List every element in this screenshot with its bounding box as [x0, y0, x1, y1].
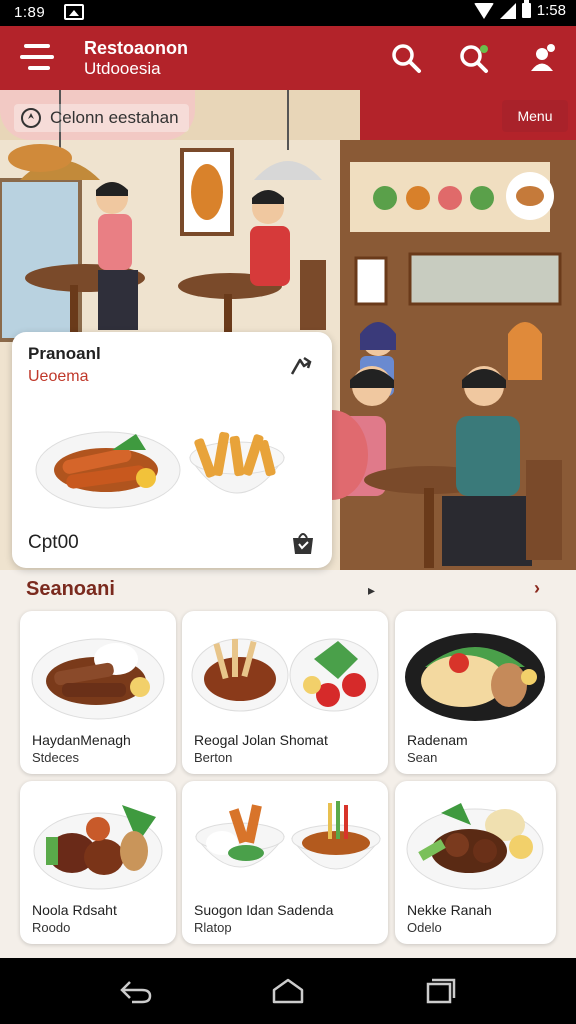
dish-card[interactable]: Radenam Sean	[395, 611, 556, 774]
status-icons: 1:58	[473, 0, 566, 19]
dish-image	[405, 633, 545, 721]
section-title: Seanoani	[26, 578, 115, 600]
dish-card[interactable]: Nekke Ranah Odelo	[395, 781, 556, 944]
search-filter-icon[interactable]	[456, 40, 492, 76]
featured-price: Cpt00	[28, 532, 79, 553]
chevron-right-icon[interactable]: ›	[534, 578, 540, 599]
chevron-right-small-icon[interactable]: ▸	[368, 582, 375, 599]
status-time: 1:89	[14, 4, 46, 21]
dish-desc: Rlatop	[194, 920, 232, 935]
location-selector[interactable]: Celonn eestahan	[14, 104, 189, 132]
dish-image	[406, 803, 544, 890]
dish-desc: Odelo	[407, 920, 442, 935]
status-bar: 1:89 1:58	[0, 0, 576, 26]
app-title: Restoaonon	[84, 38, 189, 58]
menu-button[interactable]: Menu	[502, 100, 568, 132]
dish-image	[195, 801, 381, 870]
cart-icon[interactable]	[290, 530, 316, 556]
dish-desc: Stdeces	[32, 750, 79, 765]
system-nav-bar	[0, 958, 576, 1024]
signal-icon	[499, 2, 516, 19]
profile-icon[interactable]	[524, 40, 560, 76]
featured-dish-image	[35, 431, 181, 509]
dish-name: Nekke Ranah	[407, 902, 492, 918]
dish-card[interactable]: Suogon Idan Sadenda Rlatop	[182, 781, 388, 944]
section-header: Seanoani ▸ ›	[0, 570, 576, 610]
featured-title: Pranoanl	[28, 344, 101, 363]
fries-image	[189, 431, 285, 494]
battery-icon	[521, 0, 531, 18]
menu-icon[interactable]	[20, 42, 54, 72]
dish-card[interactable]: Noola Rdsaht Roodo	[20, 781, 176, 944]
app-bar: Restoaonon Utdooesia	[0, 26, 576, 90]
dish-name: HaydanMenagh	[32, 732, 131, 748]
image-notification-icon	[64, 4, 84, 20]
location-icon	[21, 108, 41, 128]
app-subtitle: Utdooesia	[84, 59, 161, 78]
dish-desc: Roodo	[32, 920, 71, 935]
dish-name: Noola Rdsaht	[32, 902, 117, 918]
dish-name: Suogon Idan Sadenda	[194, 902, 334, 918]
dish-name: Radenam	[407, 732, 468, 748]
dish-name: Reogal Jolan Shomat	[194, 732, 328, 748]
status-time-right: 1:58	[536, 2, 566, 19]
search-icon[interactable]	[388, 40, 424, 76]
wifi-icon	[473, 2, 494, 19]
dish-image	[31, 638, 165, 720]
recents-icon[interactable]	[422, 976, 458, 1006]
dish-desc: Sean	[407, 750, 438, 765]
dish-card[interactable]: Reogal Jolan Shomat Berton	[182, 611, 388, 774]
featured-card[interactable]: Pranoanl Ueoema Cpt00	[12, 332, 332, 568]
dish-image	[33, 805, 163, 890]
back-icon[interactable]	[118, 976, 154, 1006]
dish-image	[191, 638, 379, 712]
featured-subtitle: Ueoema	[28, 368, 89, 385]
dish-desc: Berton	[194, 750, 233, 765]
dish-card[interactable]: HaydanMenagh Stdeces	[20, 611, 176, 774]
home-icon[interactable]	[270, 976, 306, 1006]
location-label: Celonn eestahan	[50, 108, 179, 127]
share-icon[interactable]	[286, 352, 316, 382]
